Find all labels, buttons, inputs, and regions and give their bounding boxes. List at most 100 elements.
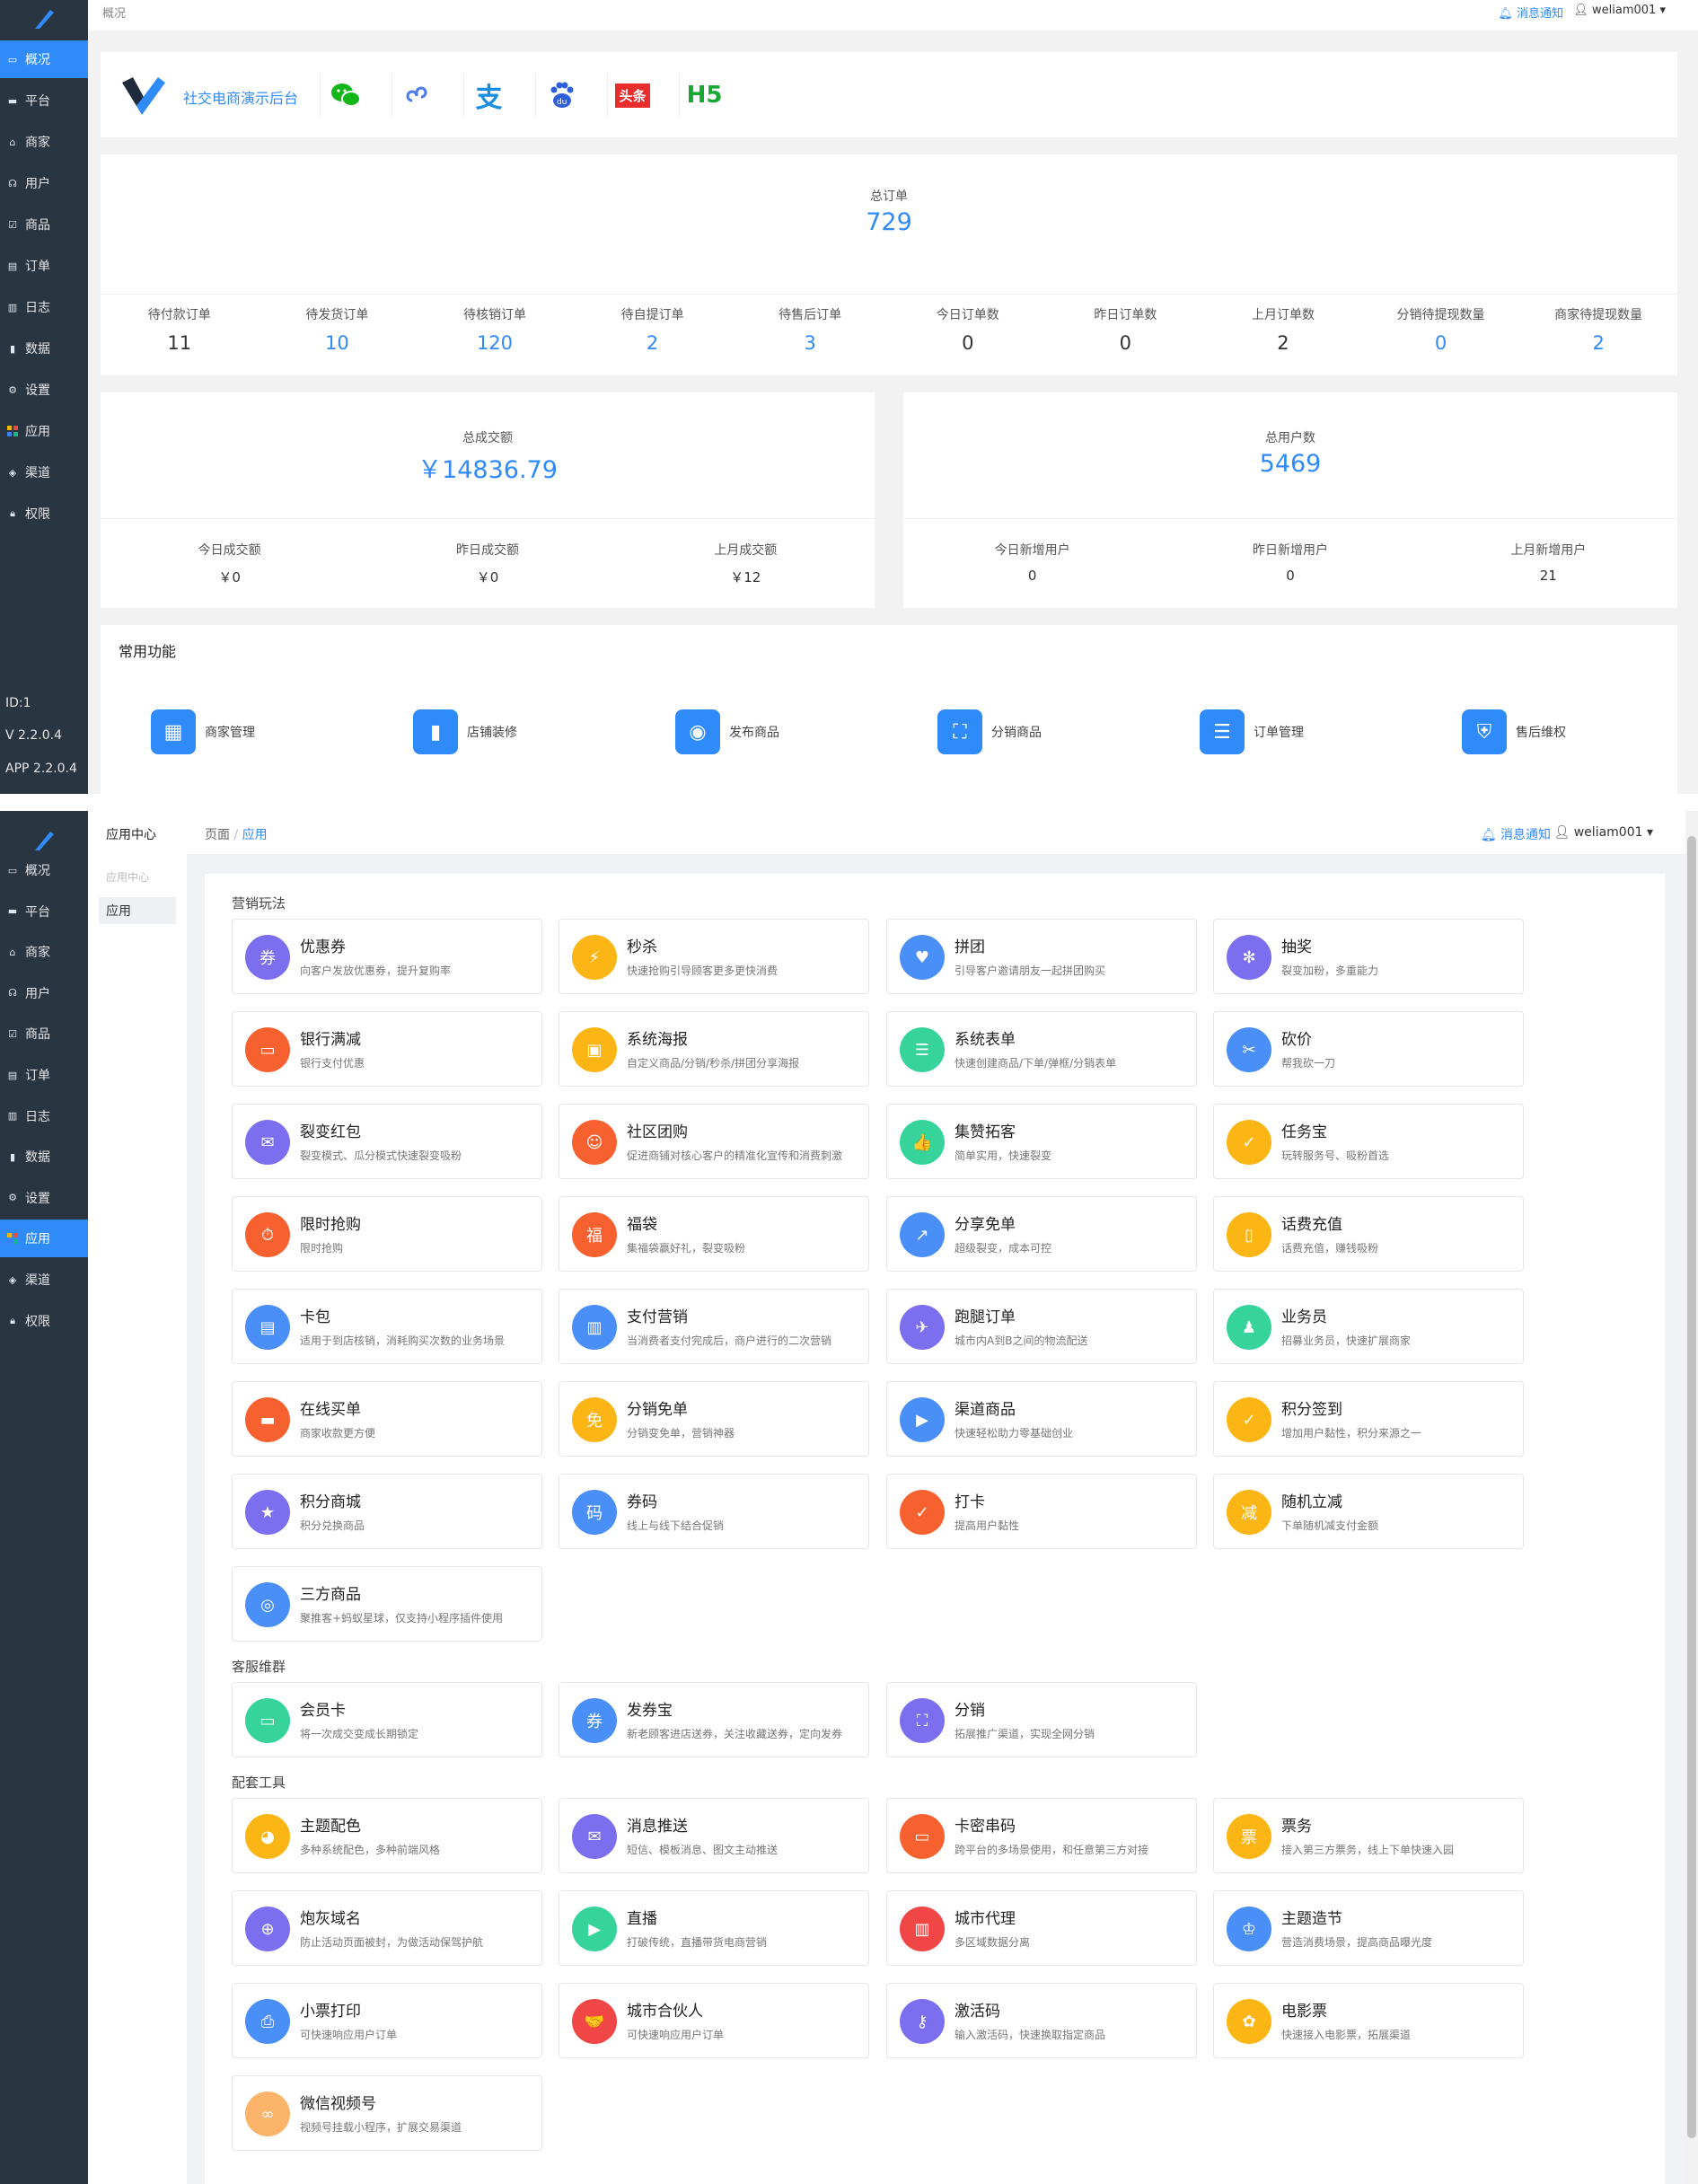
order-stat[interactable]: 上月订单数 2 [1204, 305, 1362, 354]
total-orders-value[interactable]: 729 [101, 208, 1677, 236]
app-card[interactable]: ✉ 消息推送 短信、模板消息、图文主动推送 [559, 1798, 869, 1873]
order-stat[interactable]: 待自提订单 2 [574, 305, 732, 354]
order-stat-value[interactable]: 0 [1047, 332, 1205, 354]
app-card[interactable]: ✓ 打卡 提高用户黏性 [886, 1474, 1197, 1549]
order-stat-value[interactable]: 120 [416, 332, 574, 354]
app-card[interactable]: 🤝 城市合伙人 可快速响应用户订单 [559, 1983, 869, 2058]
app-card[interactable]: ▭ 会员卡 将一次成交变成长期锁定 [232, 1682, 542, 1757]
app-card[interactable]: 码 券码 线上与线下结合促销 [559, 1474, 869, 1549]
sidebar-item-gear[interactable]: ⚙ 设置 [0, 1179, 88, 1217]
order-stat-value[interactable]: 2 [574, 332, 732, 354]
sidebar-item-chart[interactable]: ▮ 数据 [0, 1138, 88, 1176]
breadcrumb-pages[interactable]: 页面 [205, 828, 230, 842]
app-card[interactable]: ▭ 银行满减 银行支付优惠 [232, 1011, 542, 1087]
app-card[interactable]: ☰ 系统表单 快速创建商品/下单/弹框/分销表单 [886, 1011, 1197, 1087]
sub-sidebar-item-apps[interactable]: 应用 [99, 897, 176, 924]
sidebar-item-order[interactable]: ▤ 订单 [0, 247, 88, 285]
sidebar-item-platform[interactable]: ▬ 平台 [0, 82, 88, 119]
order-stat-value[interactable]: 0 [889, 332, 1047, 354]
common-function-item[interactable]: ◉ 发布商品 [675, 709, 779, 754]
order-stat[interactable]: 待核销订单 120 [416, 305, 574, 354]
app-card[interactable]: ✻ 抽奖 裂变加粉，多重能力 [1213, 919, 1524, 994]
sidebar-item-goods[interactable]: ☑ 商品 [0, 206, 88, 243]
app-card[interactable]: ♥ 拼团 引导客户邀请朋友一起拼团购买 [886, 919, 1197, 994]
h5-icon[interactable]: H5 [679, 74, 729, 117]
sidebar-item-goods[interactable]: ☑ 商品 [0, 1015, 88, 1052]
app-card[interactable]: 减 随机立减 下单随机减支付金额 [1213, 1474, 1524, 1549]
app-card[interactable]: ✓ 任务宝 玩转服务号、吸粉首选 [1213, 1104, 1524, 1179]
order-stat-value[interactable]: 2 [1204, 332, 1362, 354]
order-stat-value[interactable]: 3 [731, 332, 889, 354]
app-card[interactable]: 票 票务 接入第三方票务，线上下单快速入园 [1213, 1798, 1524, 1873]
app-card[interactable]: ⛶ 分销 拓展推广渠道，实现全网分销 [886, 1682, 1197, 1757]
sidebar-item-platform[interactable]: ▬ 平台 [0, 893, 88, 930]
app-card[interactable]: ▥ 城市代理 多区域数据分离 [886, 1890, 1197, 1966]
sidebar-item-store[interactable]: ⌂ 商家 [0, 123, 88, 161]
app-card[interactable]: ▥ 支付营销 当消费者支付完成后，商户进行的二次营销 [559, 1289, 869, 1364]
app-card[interactable]: ⊕ 炮灰域名 防止活动页面被封，为做活动保驾护航 [232, 1890, 542, 1966]
sidebar-item-apps[interactable]: 应用 [0, 1220, 88, 1258]
sidebar-item-gear[interactable]: ⚙ 设置 [0, 371, 88, 409]
app-card[interactable]: ⚡ 秒杀 快速抢购引导顾客更多更快消费 [559, 919, 869, 994]
sidebar-item-log[interactable]: ▥ 日志 [0, 1097, 88, 1135]
app-card[interactable]: ⚷ 激活码 输入激活码，快速换取指定商品 [886, 1983, 1197, 2058]
app-card[interactable]: ✿ 电影票 快速接入电影票，拓展渠道 [1213, 1983, 1524, 2058]
app-card[interactable]: ☺ 社区团购 促进商铺对核心客户的精准化宣传和消费刺激 [559, 1104, 869, 1179]
common-function-item[interactable]: ▦ 商家管理 [151, 709, 255, 754]
app-card[interactable]: ▯ 话费充值 话费充值，赚钱吸粉 [1213, 1196, 1524, 1272]
app-card[interactable]: ▬ 在线买单 商家收款更方便 [232, 1381, 542, 1457]
alipay-icon[interactable]: 支 [463, 74, 514, 117]
sidebar-item-store[interactable]: ⌂ 商家 [0, 933, 88, 971]
order-stat[interactable]: 商家待提现数量 2 [1519, 305, 1677, 354]
app-card[interactable]: 券 优惠券 向客户发放优惠券，提升复购率 [232, 919, 542, 994]
notice-link[interactable]: 🔔︎ 消息通知 [1481, 825, 1551, 843]
app-card[interactable]: ↗ 分享免单 超级裂变，成本可控 [886, 1196, 1197, 1272]
sidebar-item-chart[interactable]: ▮ 数据 [0, 330, 88, 367]
app-card[interactable]: ⎙ 小票打印 可快速响应用户订单 [232, 1983, 542, 2058]
order-stat-value[interactable]: 10 [259, 332, 417, 354]
sidebar-item-monitor[interactable]: ▭ 概况 [0, 851, 88, 889]
order-stat[interactable]: 昨日订单数 0 [1047, 305, 1205, 354]
sidebar-item-lock[interactable]: 🔒︎ 权限 [0, 1302, 88, 1340]
app-card[interactable]: 福 福袋 集福袋赢好礼，裂变吸粉 [559, 1196, 869, 1272]
mini-program-icon[interactable] [392, 74, 442, 117]
common-function-item[interactable]: ▮ 店铺装修 [413, 709, 517, 754]
order-stat[interactable]: 待付款订单 11 [101, 305, 259, 354]
app-card[interactable]: ▶ 渠道商品 快速轻松助力零基础创业 [886, 1381, 1197, 1457]
wechat-icon[interactable] [320, 74, 370, 117]
app-card[interactable]: ◕ 主题配色 多种系统配色，多种前端风格 [232, 1798, 542, 1873]
app-card[interactable]: ✉ 裂变红包 裂变模式、瓜分模式快速裂变吸粉 [232, 1104, 542, 1179]
order-stat-value[interactable]: 2 [1519, 332, 1677, 354]
app-card[interactable]: ⏱ 限时抢购 限时抢购 [232, 1196, 542, 1272]
toutiao-icon[interactable]: 头条 [607, 74, 657, 117]
common-function-item[interactable]: ⛨ 售后维权 [1462, 709, 1566, 754]
sidebar-item-headset[interactable]: ☊ 用户 [0, 974, 88, 1012]
app-card[interactable]: 👍 集赞拓客 简单实用，快速裂变 [886, 1104, 1197, 1179]
app-card[interactable]: ✈ 跑腿订单 城市内A到B之间的物流配送 [886, 1289, 1197, 1364]
order-stat-value[interactable]: 0 [1362, 332, 1520, 354]
app-card[interactable]: ✂ 砍价 帮我砍一刀 [1213, 1011, 1524, 1087]
order-stat-value[interactable]: 11 [101, 332, 259, 354]
sidebar-item-headset[interactable]: ☊ 用户 [0, 164, 88, 202]
common-function-item[interactable]: ⛶ 分销商品 [937, 709, 1042, 754]
app-card[interactable]: ▣ 系统海报 自定义商品/分销/秒杀/拼团分享海报 [559, 1011, 869, 1087]
app-card[interactable]: ♟ 业务员 招募业务员，快速扩展商家 [1213, 1289, 1524, 1364]
sidebar-item-monitor[interactable]: ▭ 概况 [0, 40, 88, 78]
app-card[interactable]: ★ 积分商城 积分兑换商品 [232, 1474, 542, 1549]
sidebar-item-apps[interactable]: 应用 [0, 412, 88, 450]
app-card[interactable]: ∞ 微信视频号 视频号挂载小程序，扩展交易渠道 [232, 2075, 542, 2151]
scrollbar-thumb[interactable] [1687, 836, 1696, 2138]
app-card[interactable]: ▤ 卡包 适用于到店核销，消耗购买次数的业务场景 [232, 1289, 542, 1364]
notice-link[interactable]: 🔔︎ 消息通知 [1498, 4, 1563, 21]
sidebar-item-channel[interactable]: ◈ 渠道 [0, 1261, 88, 1299]
user-menu[interactable]: 👤︎ weliam001 ▾ [1573, 4, 1666, 17]
scrollbar[interactable] [1685, 811, 1698, 2184]
app-card[interactable]: ▭ 卡密串码 跨平台的多场景使用，和任意第三方对接 [886, 1798, 1197, 1873]
app-card[interactable]: 免 分销免单 分销变免单，营销神器 [559, 1381, 869, 1457]
user-menu[interactable]: 👤︎ weliam001 ▾ [1554, 825, 1654, 840]
baidu-icon[interactable]: du [535, 74, 585, 117]
order-stat[interactable]: 待售后订单 3 [731, 305, 889, 354]
order-stat[interactable]: 分销待提现数量 0 [1362, 305, 1520, 354]
app-card[interactable]: ▶ 直播 打破传统，直播带货电商营销 [559, 1890, 869, 1966]
sidebar-item-channel[interactable]: ◈ 渠道 [0, 454, 88, 491]
